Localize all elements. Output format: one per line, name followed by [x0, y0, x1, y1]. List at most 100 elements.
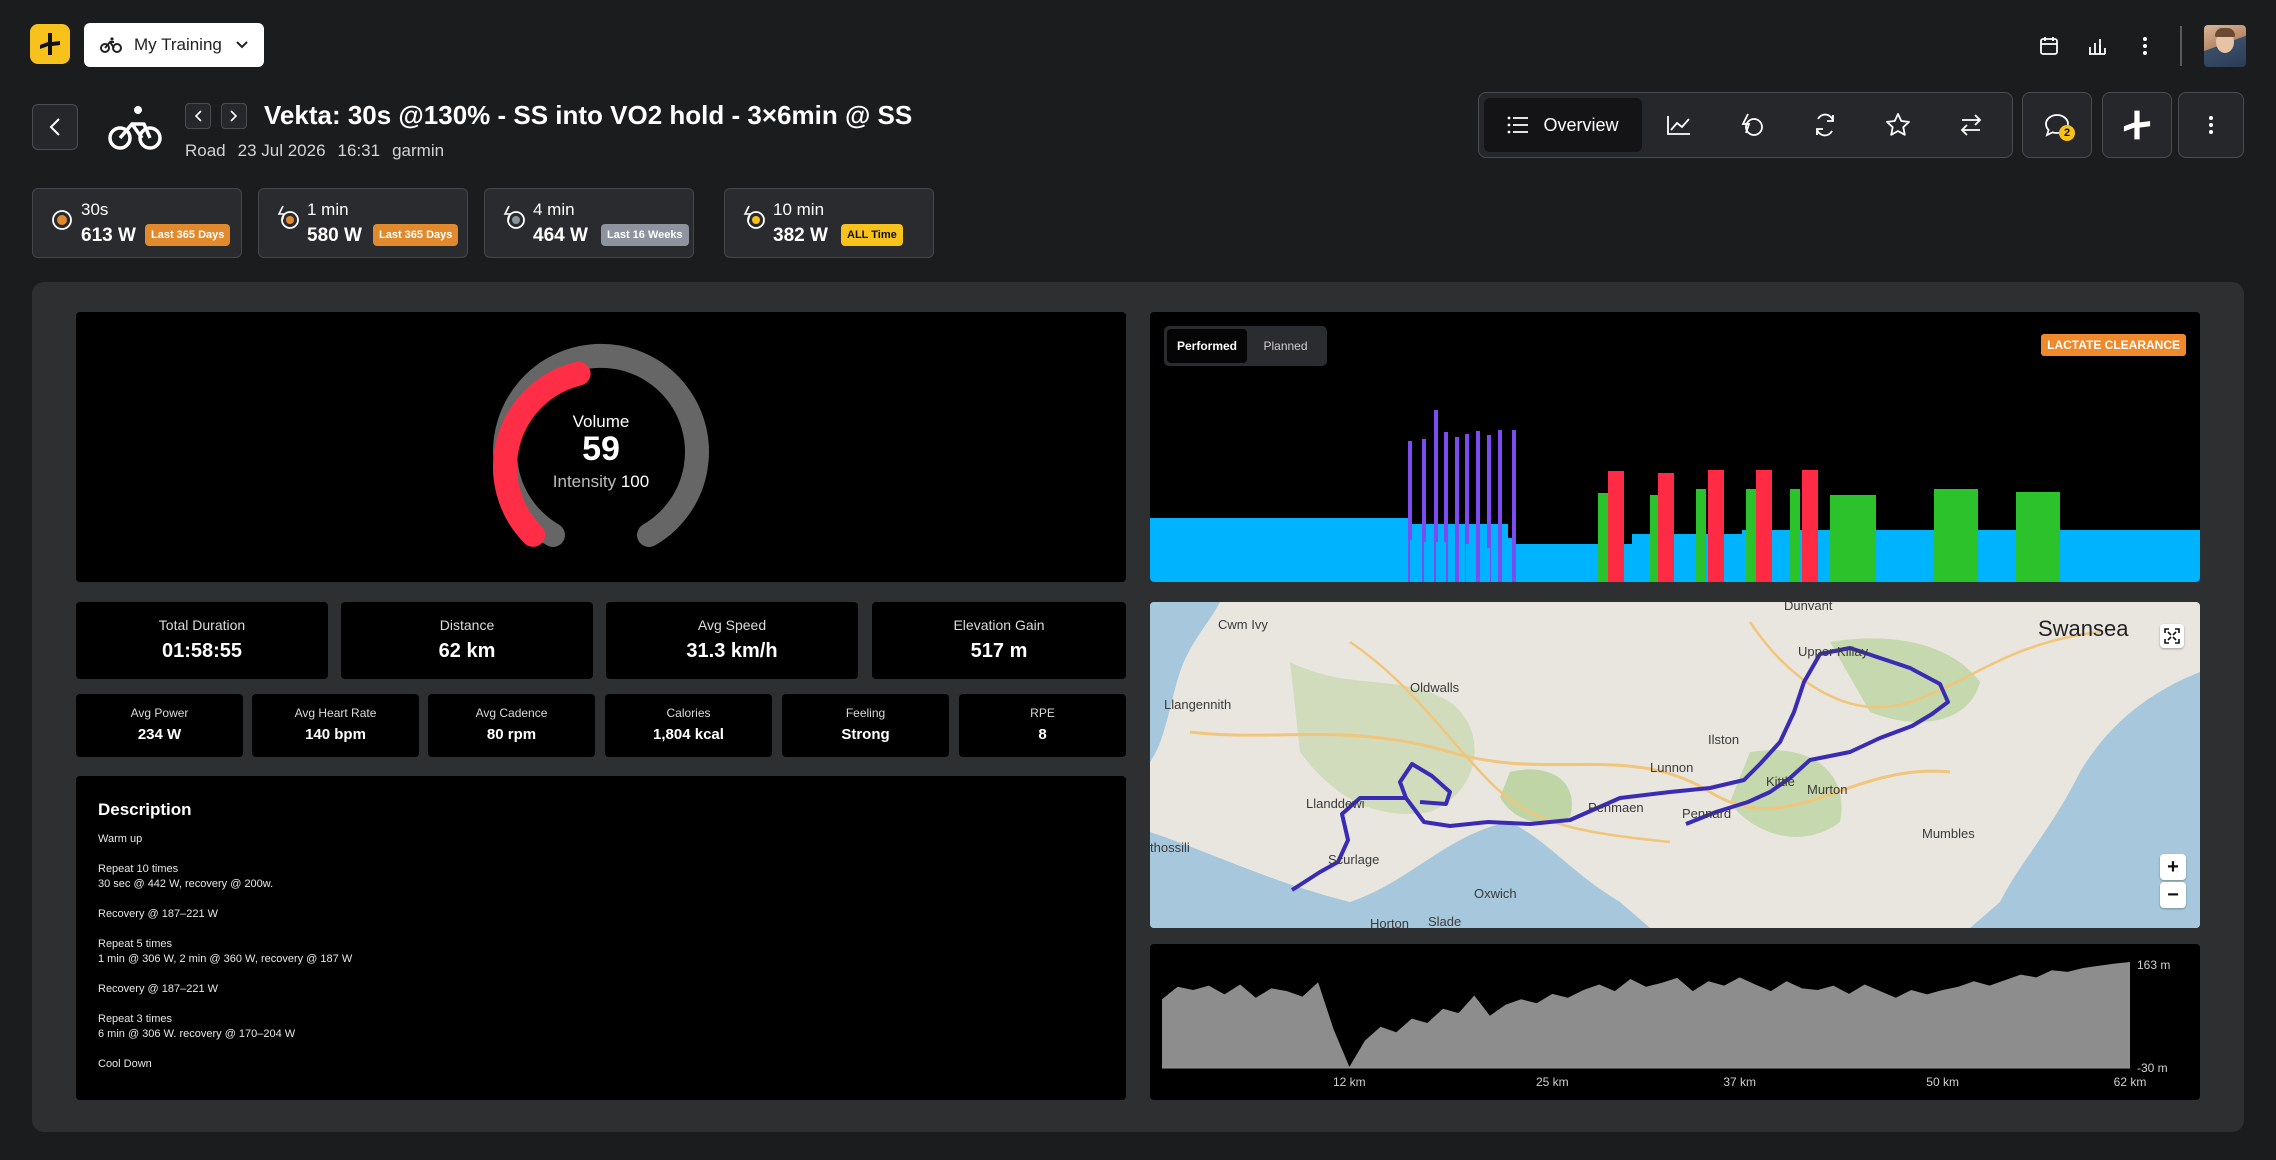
map-place-label: Oxwich [1474, 886, 1517, 901]
tab-analysis[interactable] [1642, 98, 1715, 152]
toggle-performed[interactable]: Performed [1167, 329, 1247, 363]
intensity-label: Intensity [552, 472, 617, 491]
power-best-value: 613 W [81, 225, 136, 246]
list-icon [1508, 116, 1529, 134]
next-activity-button[interactable] [221, 103, 247, 129]
gauge-label: Volume [572, 412, 630, 431]
divider [2180, 26, 2182, 66]
activity-title: Vekta: 30s @130% - SS into VO2 hold - 3×… [264, 100, 913, 130]
power-best-period-tag: Last 16 Weeks [601, 224, 689, 246]
x-tick-label: 37 km [1723, 1075, 1756, 1089]
zoom-out-button[interactable]: − [2160, 882, 2186, 908]
sweet-spot-block [2016, 492, 2060, 582]
x-tick-labels: 12 km 25 km 37 km 50 km 62 km [1333, 1075, 2146, 1089]
vo2-interval-bar [1455, 437, 1459, 582]
activity-source: garmin [392, 141, 445, 160]
stat-value: 234 W [137, 726, 182, 743]
comments-button[interactable]: 2 [2022, 92, 2092, 158]
map-place-label: Lunnon [1650, 760, 1694, 775]
interval-recovery-bar [1410, 540, 1420, 582]
power-best-duration: 30s [81, 200, 109, 219]
stat-distance: Distance 62 km [341, 602, 593, 679]
tab-sync[interactable] [1788, 98, 1861, 152]
bar-chart-icon[interactable] [2084, 33, 2110, 59]
performed-planned-toggle: Performed Planned [1164, 326, 1327, 366]
map-place-label: Upper Killay [1798, 644, 1869, 659]
map-place-label: Oldwalls [1410, 680, 1460, 695]
activity-nav [185, 103, 247, 129]
x-tick-label: 12 km [1333, 1075, 1366, 1089]
map-city-label: Swansea [2038, 616, 2129, 641]
fullscreen-button[interactable] [2160, 624, 2184, 648]
vekta-logo-icon [2123, 110, 2151, 140]
power-best-card[interactable]: 1 min 580 W Last 365 Days [258, 188, 468, 258]
stat-rpe: RPE 8 [959, 694, 1126, 757]
threshold-interval-bar [1598, 493, 1608, 582]
intensity-readout: Intensity 100 [476, 472, 726, 492]
kebab-menu-icon[interactable] [2132, 33, 2158, 59]
power-best-card[interactable]: 4 min 464 W Last 16 Weeks [484, 188, 694, 258]
tab-power-bests[interactable] [1715, 98, 1788, 152]
vo2-hold-bar [1708, 470, 1724, 582]
stat-value: 31.3 km/h [686, 640, 778, 662]
stat-value: 140 bpm [305, 726, 366, 743]
toggle-planned[interactable]: Planned [1247, 339, 1324, 353]
app-logo[interactable] [30, 24, 70, 64]
stat-elevation-gain: Elevation Gain 517 m [872, 602, 1126, 679]
back-button[interactable] [32, 104, 78, 150]
stat-feeling: Feeling Strong [782, 694, 949, 757]
description-title: Description [98, 800, 192, 819]
zone-badge: LACTATE CLEARANCE [2041, 334, 2186, 356]
stat-label: RPE [1030, 706, 1055, 720]
x-tick-label: 25 km [1536, 1075, 1569, 1089]
lightning-target-icon [1741, 113, 1763, 136]
chevron-right-icon [230, 110, 238, 122]
volume-value: 59 [582, 430, 620, 468]
tab-favourite[interactable] [1861, 98, 1934, 152]
map-place-label: thossili [1150, 840, 1190, 855]
power-best-card[interactable]: 10 min 382 W ALL Time [724, 188, 934, 258]
interval-recovery-bar [1480, 548, 1490, 582]
tab-compare[interactable] [1934, 98, 2007, 152]
calendar-icon[interactable] [2036, 33, 2062, 59]
route-map[interactable]: Cwm Ivy Oldwalls Llangennith Llanddewi t… [1150, 602, 2200, 928]
stat-value: 62 km [438, 640, 496, 662]
power-best-value: 464 W [533, 225, 588, 246]
star-icon [1885, 113, 1910, 136]
activity-time: 16:31 [337, 141, 381, 160]
training-selector[interactable]: My Training [84, 23, 264, 67]
power-best-card[interactable]: 30s 613 W Last 365 Days [32, 188, 242, 258]
activity-date: 23 Jul 2026 [237, 141, 326, 160]
chevron-down-icon [236, 41, 248, 49]
map-place-label: Ilston [1708, 732, 1740, 747]
zoom-in-button[interactable]: + [2160, 854, 2186, 880]
interval-recovery-bar [1424, 542, 1434, 582]
stat-value: Strong [841, 726, 890, 743]
map-place-label: Horton [1370, 916, 1410, 928]
stat-label: Feeling [845, 706, 886, 720]
sea-west [1150, 602, 1220, 762]
stat-avg-power: Avg Power 234 W [76, 694, 243, 757]
vo2-interval-bar [1476, 431, 1480, 582]
threshold-interval-bar [1746, 489, 1756, 582]
vo2-interval-bar [1498, 430, 1502, 582]
stat-label: Avg Speed [697, 617, 767, 633]
power-best-period-tag: ALL Time [841, 224, 903, 246]
map-place-label: Murton [1807, 782, 1848, 797]
top-bar: My Training [0, 0, 2276, 92]
add-workout-button[interactable] [2102, 92, 2172, 158]
sweet-spot-block [1934, 489, 1978, 582]
more-options-button[interactable] [2178, 92, 2244, 158]
recovery-block [1632, 534, 1742, 582]
training-selector-label: My Training [134, 35, 222, 54]
top-actions [2036, 22, 2246, 70]
swap-icon [1960, 114, 1981, 136]
user-avatar[interactable] [2204, 25, 2246, 67]
previous-activity-button[interactable] [185, 103, 211, 129]
interval-recovery-bar [1502, 538, 1512, 582]
sweet-spot-block [1830, 495, 1876, 582]
stat-value: 8 [1038, 726, 1047, 743]
tab-overview[interactable]: Overview [1484, 98, 1642, 152]
map-place-label: Slade [1428, 914, 1462, 928]
interval-recovery-bar [1466, 544, 1476, 582]
